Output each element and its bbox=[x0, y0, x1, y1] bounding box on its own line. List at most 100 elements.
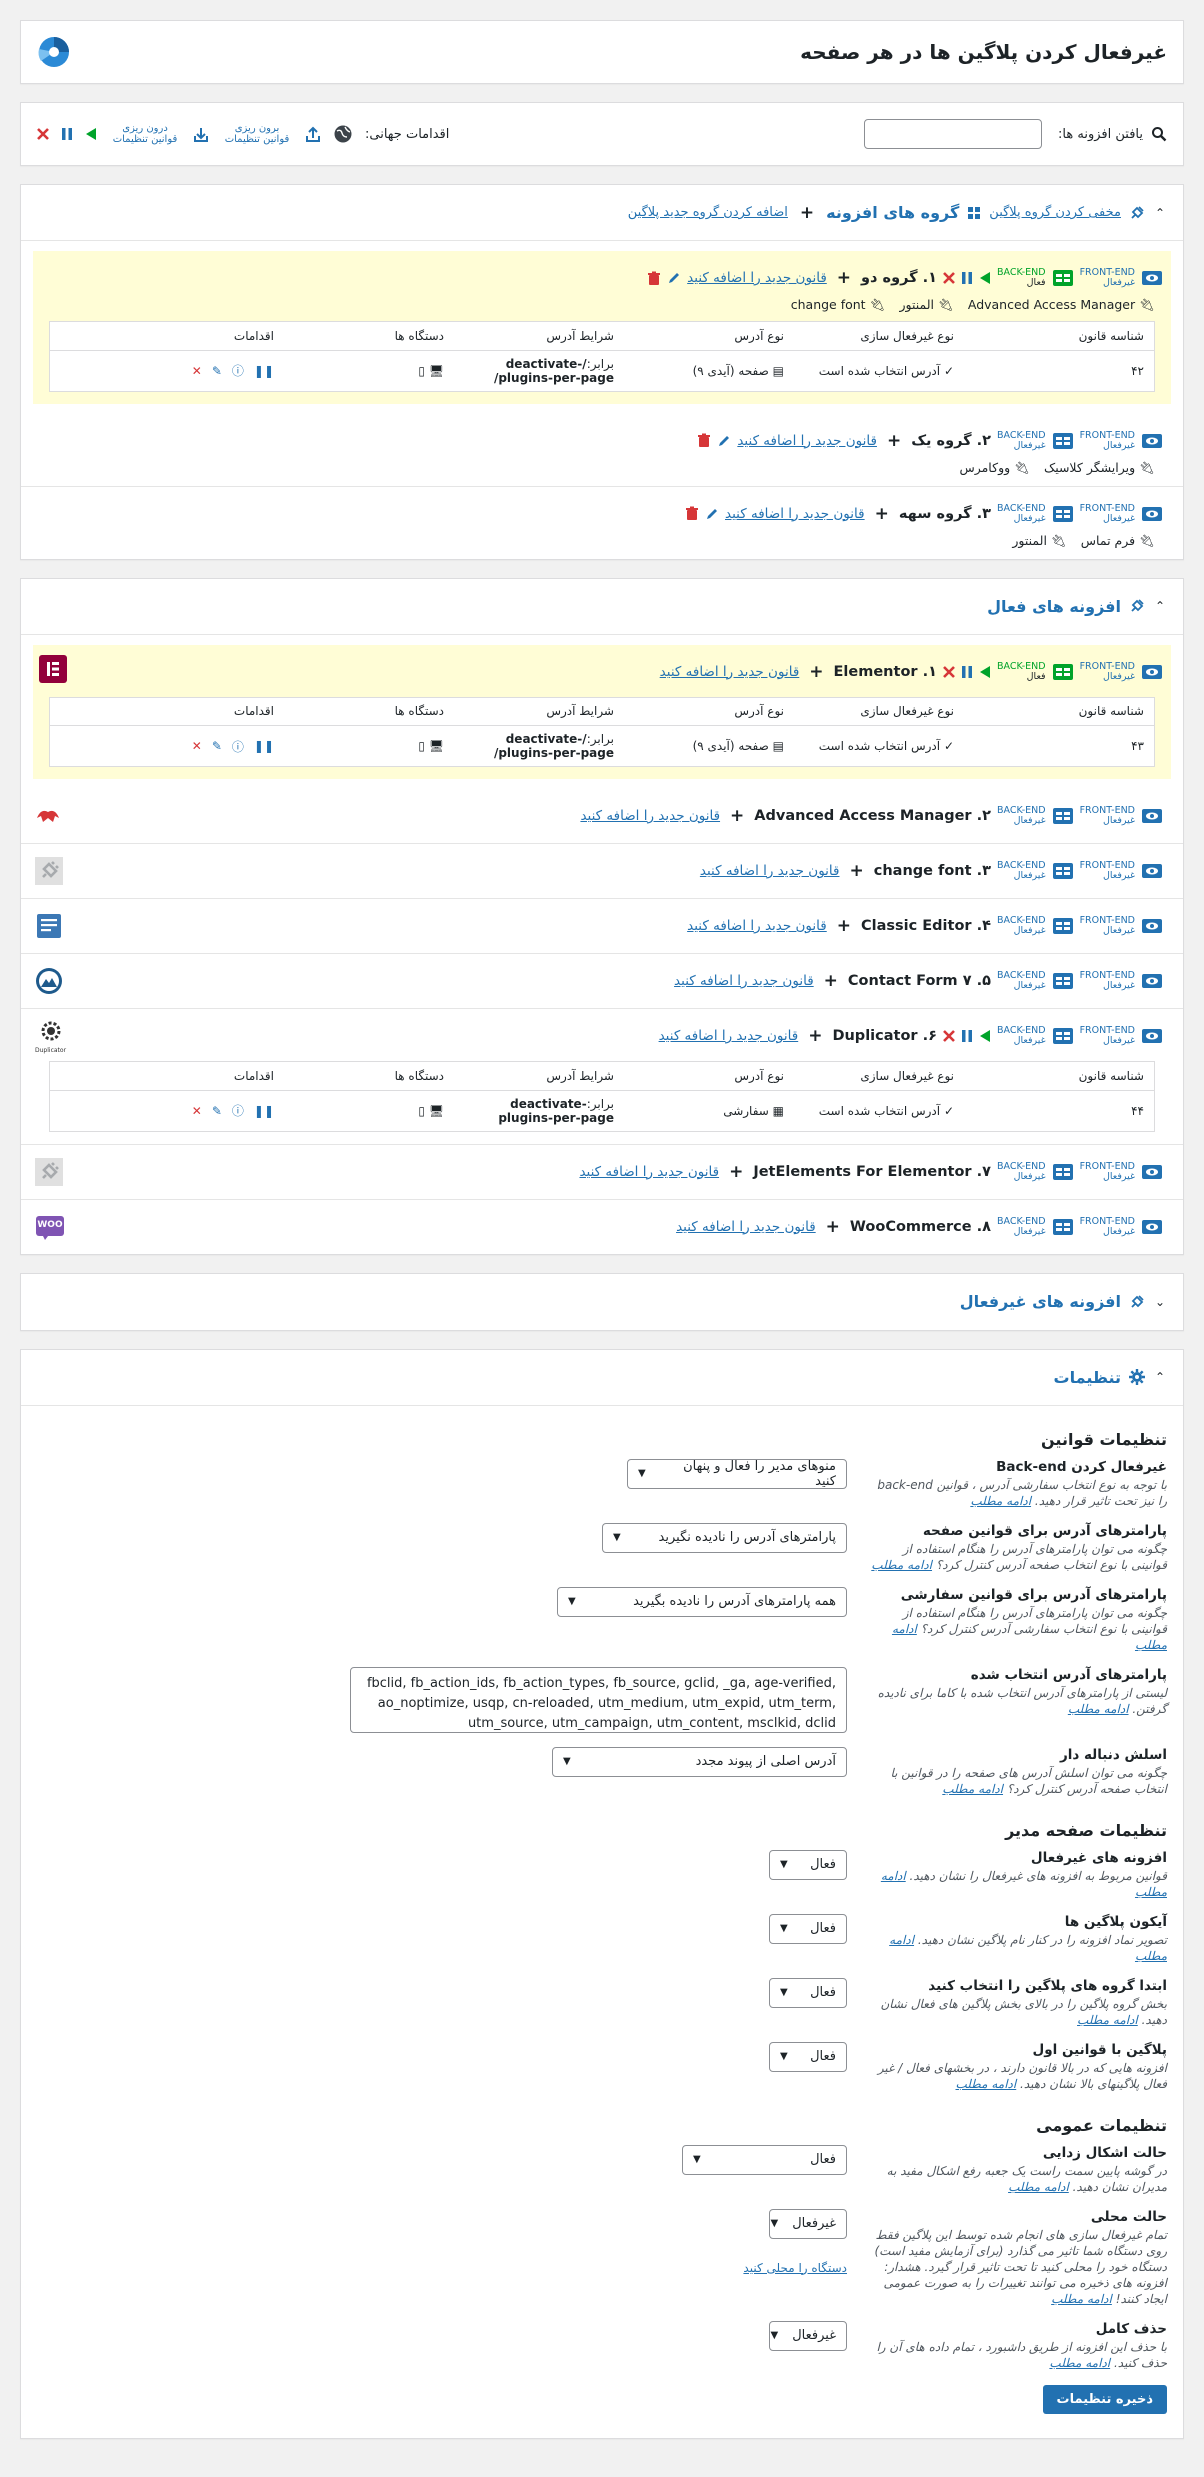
check-icon: ✓ bbox=[943, 739, 954, 753]
pause-icon[interactable]: ❚❚ bbox=[254, 1104, 274, 1118]
add-rule-link[interactable]: قانون جدید را اضافه کنید bbox=[660, 664, 800, 680]
delete-all-icon[interactable] bbox=[37, 128, 49, 140]
settings-body: تنظیمات قوانین غیرفعال کردن Back-end با تو… bbox=[21, 1430, 1183, 2438]
read-more-link[interactable]: ادامه مطلب bbox=[1077, 2013, 1138, 2027]
debug-select[interactable]: فعال ▼ bbox=[682, 2144, 847, 2175]
active-section-title: افزونه های فعال bbox=[987, 596, 1121, 616]
delete-icon[interactable] bbox=[943, 665, 955, 678]
column-header: نوع غیرفعال سازی bbox=[794, 322, 964, 351]
add-group-link[interactable]: اضافه کردن گروه جدید پلاگین bbox=[628, 205, 788, 220]
read-more-link[interactable]: ادامه مطلب bbox=[970, 1494, 1031, 1508]
rules-first-select[interactable]: فعال ▼ bbox=[769, 2041, 847, 2072]
edit-pencil-icon[interactable] bbox=[717, 434, 731, 448]
add-rule-link[interactable]: قانون جدید را اضافه کنید bbox=[700, 863, 840, 879]
collapse-chevron-icon[interactable]: ⌃ bbox=[1153, 1370, 1167, 1384]
collapse-chevron-icon[interactable]: ⌃ bbox=[1153, 206, 1167, 220]
info-icon[interactable]: ⓘ bbox=[232, 1102, 244, 1119]
table-row: ۴۲ ✓ آدرس انتخاب شده است ▤ صفحه (آیدی ۹)… bbox=[50, 350, 1154, 391]
add-rule-link[interactable]: قانون جدید را اضافه کنید bbox=[659, 1028, 799, 1044]
setting-row: افزونه های غیرفعال قوانین مربوط به افزونه… bbox=[37, 1849, 1167, 1900]
make-local-link[interactable]: دستگاه را محلی کنید bbox=[743, 2261, 847, 2275]
pause-icon[interactable]: ❚❚ bbox=[254, 364, 274, 378]
pause-icon[interactable] bbox=[961, 271, 973, 285]
collapse-chevron-icon[interactable]: ⌃ bbox=[1153, 599, 1167, 613]
play-icon[interactable] bbox=[979, 1029, 991, 1043]
frontend-status: غیرفعال bbox=[1103, 512, 1135, 524]
trash-icon[interactable] bbox=[697, 433, 711, 448]
add-rule-link[interactable]: قانون جدید را اضافه کنید bbox=[737, 433, 877, 449]
read-more-link[interactable]: ادامه مطلب bbox=[871, 1558, 932, 1572]
selected-params-textarea[interactable]: fbclid, fb_action_ids, fb_action_types, … bbox=[350, 1666, 847, 1733]
plugin-name: ۴. Classic Editor bbox=[860, 918, 991, 934]
expand-chevron-icon[interactable]: ⌄ bbox=[1153, 1295, 1167, 1309]
save-settings-button[interactable]: ذخیره تنظیمات bbox=[1042, 2384, 1167, 2414]
inactive-plugins-select[interactable]: فعال ▼ bbox=[769, 1849, 847, 1880]
add-icon: + bbox=[729, 1161, 744, 1182]
read-more-link[interactable]: ادامه مطلب bbox=[956, 2077, 1017, 2091]
plugin-name: ۸. WooCommerce bbox=[849, 1218, 991, 1235]
info-icon[interactable]: ⓘ bbox=[232, 362, 244, 379]
pause-icon[interactable] bbox=[961, 1029, 973, 1043]
read-more-link[interactable]: ادامه مطلب bbox=[1068, 1702, 1129, 1716]
backend-label: BACK-END bbox=[996, 1160, 1046, 1172]
import-rules-link[interactable]: درون ریزی قوانین تنظیمات bbox=[109, 123, 181, 145]
rules-table: شناسه قانون نوع غیرفعال سازی نوع آدرس شرایط… bbox=[49, 696, 1155, 767]
add-rule-link[interactable]: قانون جدید را اضافه کنید bbox=[725, 506, 865, 522]
trash-icon[interactable] bbox=[647, 271, 661, 286]
custom-params-select[interactable]: همه پارامترهای آدرس را نادیده بگیرید ▼ bbox=[557, 1586, 847, 1617]
column-header: نوع غیرفعال سازی bbox=[794, 697, 964, 726]
add-rule-link[interactable]: قانون جدید را اضافه کنید bbox=[687, 270, 827, 286]
search-input[interactable] bbox=[864, 119, 1043, 149]
page-params-select[interactable]: پارامترهای آدرس را نادیده نگیرید ▼ bbox=[602, 1522, 847, 1553]
read-more-link[interactable]: ادامه مطلب bbox=[1049, 2356, 1110, 2370]
uninstall-select[interactable]: غیرفعال ▼ bbox=[769, 2320, 847, 2351]
play-all-icon[interactable] bbox=[85, 127, 97, 141]
edit-pencil-icon[interactable] bbox=[667, 271, 681, 285]
read-more-link[interactable]: ادامه مطلب bbox=[942, 1782, 1003, 1796]
group-members: 🔌︎ ویرایشگر کلاسیک 🔌︎ ووکامرس bbox=[41, 460, 1163, 476]
plugin-row: FRONT-END غیرفعال BACK-END غیرفعال ۲. Advanc… bbox=[21, 789, 1183, 844]
plugin-icons-select[interactable]: فعال ▼ bbox=[769, 1913, 847, 1944]
global-actions-label: اقدامات جهانی: bbox=[365, 126, 450, 142]
backend-status: غیرفعال bbox=[1013, 439, 1046, 451]
edit-pencil-icon[interactable]: ✎ bbox=[212, 364, 222, 378]
delete-icon[interactable]: ✕ bbox=[192, 364, 202, 378]
delete-icon[interactable]: ✕ bbox=[192, 1104, 202, 1118]
pause-all-icon[interactable] bbox=[61, 127, 73, 141]
read-more-link[interactable]: ادامه مطلب bbox=[1008, 2180, 1069, 2194]
hide-groups-link[interactable]: مخفی کردن گروه پلاگین bbox=[989, 205, 1121, 220]
column-header: اقدامات bbox=[50, 1062, 284, 1091]
info-icon[interactable]: ⓘ bbox=[232, 738, 244, 755]
trash-icon[interactable] bbox=[685, 506, 699, 521]
play-icon[interactable] bbox=[979, 271, 991, 285]
url-type: ▦ سفارشی bbox=[723, 1103, 784, 1118]
play-icon[interactable] bbox=[979, 665, 991, 679]
desktop-icon: 🖥︎ bbox=[428, 1103, 444, 1118]
setting-description: در گوشه پایین سمت راست یک جعبه رفع اشکال… bbox=[886, 2163, 1167, 2194]
add-rule-link[interactable]: قانون جدید را اضافه کنید bbox=[674, 973, 814, 989]
delete-icon[interactable]: ✕ bbox=[192, 739, 202, 753]
trailing-select[interactable]: آدرس اصلی از پیوند مجدد ▼ bbox=[552, 1746, 847, 1777]
edit-pencil-icon[interactable] bbox=[705, 507, 719, 521]
pause-icon[interactable]: ❚❚ bbox=[254, 739, 274, 753]
delete-icon[interactable] bbox=[943, 272, 955, 284]
setting-row: پلاگین با قوانین اول افزونه هایی که در با… bbox=[37, 2041, 1167, 2092]
read-more-link[interactable]: ادامه مطلب bbox=[1051, 2292, 1112, 2306]
add-rule-link[interactable]: قانون جدید را اضافه کنید bbox=[579, 1164, 719, 1180]
chevron-down-icon: ▼ bbox=[638, 1468, 646, 1479]
setting-row: اسلش دنباله دار چگونه می توان اسلش آدرس ه… bbox=[37, 1746, 1167, 1797]
add-rule-link[interactable]: قانون جدید را اضافه کنید bbox=[580, 808, 720, 824]
delete-icon[interactable] bbox=[943, 1030, 955, 1042]
import-icon[interactable] bbox=[193, 125, 209, 143]
groups-first-select[interactable]: فعال ▼ bbox=[769, 1977, 847, 2008]
export-rules-link[interactable]: برون ریزی قوانین تنظیمات bbox=[221, 123, 293, 145]
add-rule-link[interactable]: قانون جدید را اضافه کنید bbox=[676, 1219, 816, 1235]
edit-pencil-icon[interactable]: ✎ bbox=[212, 739, 222, 753]
local-select[interactable]: غیرفعال ▼ bbox=[769, 2208, 847, 2239]
group-member: 🔌︎ ووکامرس bbox=[959, 459, 1030, 475]
add-rule-link[interactable]: قانون جدید را اضافه کنید bbox=[687, 918, 827, 934]
edit-pencil-icon[interactable]: ✎ bbox=[212, 1104, 222, 1118]
backend-select[interactable]: منوهای مدیر را فعال و پنهان کنید ▼ bbox=[627, 1458, 847, 1489]
export-icon[interactable] bbox=[305, 125, 321, 143]
pause-icon[interactable] bbox=[961, 665, 973, 679]
